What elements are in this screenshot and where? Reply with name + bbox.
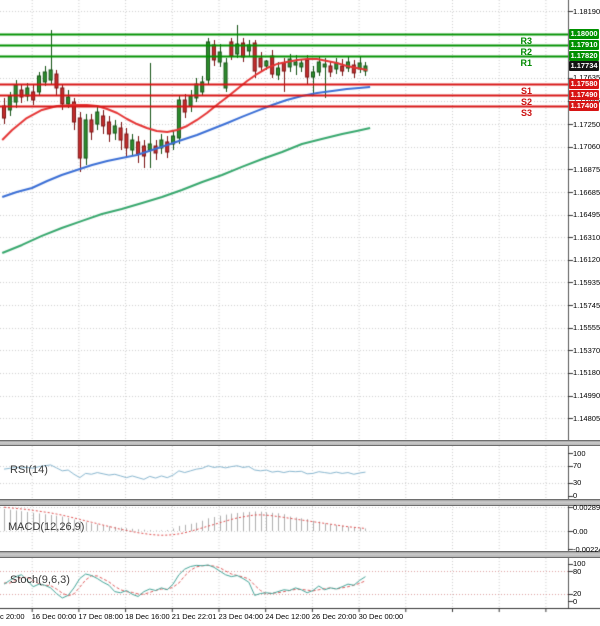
pivot-label-s1: S1: [498, 86, 532, 96]
pivot-label-s2: S2: [498, 97, 532, 107]
panel-separator[interactable]: [0, 499, 600, 506]
time-axis-label: 18 Dec 16:00: [125, 612, 170, 621]
time-axis-label: 21 Dec 22:01: [172, 612, 217, 621]
rsi-scale-label: 30: [573, 478, 581, 487]
pivot-badge-r1: 1.17820: [569, 51, 599, 61]
price-tick-label: 1.17250: [573, 120, 600, 129]
macd-scale-label: 0.002899: [573, 503, 600, 512]
price-tick-label: 1.16875: [573, 165, 600, 174]
time-axis-label: 30 Dec 00:00: [359, 612, 404, 621]
stoch-scale-label: 0: [573, 597, 577, 606]
macd-label: MACD(12,26,9): [8, 521, 84, 533]
price-tick-label: 1.14990: [573, 391, 600, 400]
price-tick-label: 1.14805: [573, 414, 600, 423]
price-tick-label: 1.15180: [573, 368, 600, 377]
time-axis-label: c 20:00: [0, 612, 25, 621]
price-tick-label: 1.15370: [573, 346, 600, 355]
pivot-badge-s3: 1.17400: [569, 101, 599, 111]
price-tick-label: 1.17060: [573, 142, 600, 151]
pivot-badge-s2: 1.17490: [569, 90, 599, 100]
price-tick-label: 1.15935: [573, 278, 600, 287]
time-axis-label: 17 Dec 08:00: [78, 612, 123, 621]
pivot-badge-s1: 1.17580: [569, 79, 599, 89]
macd-scale-label: 0.00: [573, 527, 588, 536]
pivot-label-s3: S3: [498, 108, 532, 118]
pivot-badge-r2: 1.17910: [569, 40, 599, 50]
panel-separator[interactable]: [0, 551, 600, 558]
panel-separator[interactable]: [0, 440, 600, 446]
pivot-badge-r3: 1.18000: [569, 29, 599, 39]
macd-scale-label: -0.002241: [573, 545, 600, 554]
pivot-label-r3: R3: [498, 36, 532, 46]
rsi-scale-label: 100: [573, 449, 586, 458]
rsi-scale-label: 0: [573, 491, 577, 500]
price-tick-label: 1.15745: [573, 301, 600, 310]
rsi-scale-label: 70: [573, 461, 581, 470]
pivot-label-r2: R2: [498, 47, 532, 57]
price-tick-label: 1.16685: [573, 188, 600, 197]
pivot-label-r1: R1: [498, 58, 532, 68]
time-axis-label: 24 Dec 12:00: [265, 612, 310, 621]
price-tick-label: 1.15555: [573, 323, 600, 332]
stoch-label: Stoch(9,6,3): [10, 574, 70, 586]
time-axis-label: 26 Dec 20:00: [312, 612, 357, 621]
time-axis-label: 23 Dec 04:00: [219, 612, 264, 621]
trading-chart-window: R3 R2 R1 S1 S2 S3 1.18000 1.17910 1.1782…: [0, 0, 600, 626]
price-tick-label: 1.18190: [573, 7, 600, 16]
stoch-scale-label: 80: [573, 567, 581, 576]
price-tick-label: 1.16120: [573, 255, 600, 264]
current-price-badge: 1.17734: [569, 61, 599, 71]
time-axis-label: 16 Dec 00:00: [32, 612, 77, 621]
rsi-label: RSI(14): [10, 464, 48, 476]
price-tick-label: 1.16495: [573, 210, 600, 219]
price-tick-label: 1.16310: [573, 233, 600, 242]
